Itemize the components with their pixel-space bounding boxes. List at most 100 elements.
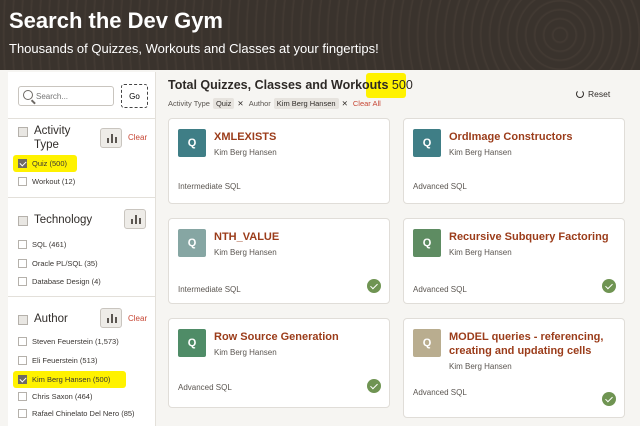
go-button[interactable]: Go [121, 84, 148, 108]
facet-option-plsql[interactable]: Oracle PL/SQL (35) [18, 259, 98, 268]
checkbox[interactable] [18, 375, 27, 384]
search-icon [23, 90, 33, 100]
checkbox[interactable] [18, 259, 27, 268]
card-author: Kim Berg Hansen [214, 248, 277, 257]
checkbox[interactable] [18, 409, 27, 418]
remove-filter-author-icon[interactable]: ✕ [342, 99, 348, 108]
active-filters: Activity Type Quiz ✕ Author Kim Berg Han… [168, 97, 381, 110]
reset-button[interactable]: Reset [576, 89, 610, 99]
page-title: Search the Dev Gym [9, 8, 223, 33]
filter-chip-author: Kim Berg Hansen [273, 98, 339, 109]
card-title[interactable]: Row Source Generation [214, 330, 384, 344]
checkbox[interactable] [18, 177, 27, 186]
card-author: Kim Berg Hansen [449, 362, 512, 371]
checkbox[interactable] [18, 240, 27, 249]
clear-all-link[interactable]: Clear All [353, 99, 381, 108]
card-author: Kim Berg Hansen [449, 148, 512, 157]
facet-option-label: Rafael Chinelato Del Nero (85) [32, 409, 135, 418]
quiz-thumbnail: Q [413, 129, 441, 157]
divider [8, 296, 155, 297]
facet-option-label: Database Design (4) [32, 277, 101, 286]
facet-option-label: Oracle PL/SQL (35) [32, 259, 98, 268]
facet-option-label: Kim Berg Hansen (500) [32, 375, 111, 384]
facet-option-quiz[interactable]: Quiz (500) [18, 159, 67, 168]
facet-option-label: Workout (12) [32, 177, 76, 186]
quiz-thumbnail: Q [178, 229, 206, 257]
facet-author-header: Author [18, 312, 68, 326]
facet-toggle-checkbox[interactable] [18, 315, 28, 325]
clear-author-link[interactable]: Clear [128, 314, 147, 323]
filter-type-label: Activity Type [168, 99, 210, 108]
card-title[interactable]: Recursive Subquery Factoring [449, 230, 619, 244]
card-author: Kim Berg Hansen [214, 348, 277, 357]
facet-option-label: Quiz (500) [32, 159, 68, 168]
bar-chart-icon [107, 134, 117, 143]
result-card[interactable]: Q Row Source Generation Kim Berg Hansen … [168, 318, 390, 408]
card-level: Advanced SQL [413, 182, 467, 191]
card-title[interactable]: XMLEXISTS [214, 130, 384, 144]
facet-toggle-checkbox[interactable] [18, 127, 28, 137]
completed-check-icon [602, 392, 616, 406]
checkbox[interactable] [18, 159, 27, 168]
search-box [18, 86, 114, 106]
facet-option-chris-saxon[interactable]: Chris Saxon (464) [18, 392, 92, 401]
facet-option-label: Eli Feuerstein (513) [32, 356, 98, 365]
card-title[interactable]: OrdImage Constructors [449, 130, 619, 144]
facet-option-sql[interactable]: SQL (461) [18, 240, 66, 249]
result-card[interactable]: Q NTH_VALUE Kim Berg Hansen Intermediate… [168, 218, 390, 304]
divider [8, 197, 155, 198]
card-author: Kim Berg Hansen [449, 248, 512, 257]
divider [8, 118, 155, 119]
card-level: Intermediate SQL [178, 285, 241, 294]
reset-label: Reset [588, 89, 611, 99]
remove-filter-quiz-icon[interactable]: ✕ [237, 99, 243, 108]
facet-option-label: Steven Feuerstein (1,573) [32, 337, 119, 346]
card-level: Intermediate SQL [178, 182, 241, 191]
filter-chip-quiz: Quiz [212, 98, 235, 109]
chart-button-author[interactable] [100, 308, 122, 328]
card-title[interactable]: MODEL queries - referencing, creating an… [449, 330, 619, 358]
facet-option-eli-feuerstein[interactable]: Eli Feuerstein (513) [18, 356, 97, 365]
reset-icon [576, 90, 584, 98]
card-title[interactable]: NTH_VALUE [214, 230, 384, 244]
card-level: Advanced SQL [413, 388, 467, 397]
facet-option-database-design[interactable]: Database Design (4) [18, 277, 101, 286]
facet-title-author: Author [34, 313, 68, 325]
facet-activity-type-header: Activity Type [18, 124, 94, 152]
results-heading: Total Quizzes, Classes and Workouts 500 [168, 78, 413, 92]
results-heading-label: Total Quizzes, Classes and Workouts [168, 78, 389, 92]
facet-toggle-checkbox[interactable] [18, 216, 28, 226]
chart-button-technology[interactable] [124, 209, 146, 229]
search-input[interactable] [36, 89, 112, 104]
facet-option-workout[interactable]: Workout (12) [18, 177, 75, 186]
bar-chart-icon [107, 314, 117, 323]
facet-option-label: Chris Saxon (464) [32, 392, 93, 401]
card-level: Advanced SQL [413, 285, 467, 294]
facet-option-rafael-chinelato-del-nero[interactable]: Rafael Chinelato Del Nero (85) [18, 409, 135, 418]
result-card[interactable]: Q Recursive Subquery Factoring Kim Berg … [403, 218, 625, 304]
hero-banner: Search the Dev Gym Thousands of Quizzes,… [0, 0, 640, 70]
card-level: Advanced SQL [178, 383, 232, 392]
facet-option-steven-feuerstein[interactable]: Steven Feuerstein (1,573) [18, 337, 119, 346]
page-subtitle: Thousands of Quizzes, Workouts and Class… [9, 41, 379, 56]
completed-check-icon [367, 379, 381, 393]
facet-title-activity-type: Activity Type [34, 125, 71, 151]
facet-technology-header: Technology [18, 213, 92, 227]
completed-check-icon [602, 279, 616, 293]
bar-chart-icon [131, 215, 141, 224]
facet-option-kim-berg-hansen[interactable]: Kim Berg Hansen (500) [18, 375, 110, 384]
quiz-thumbnail: Q [413, 229, 441, 257]
checkbox[interactable] [18, 392, 27, 401]
quiz-thumbnail: Q [178, 129, 206, 157]
result-card[interactable]: Q MODEL queries - referencing, creating … [403, 318, 625, 418]
result-card[interactable]: Q OrdImage Constructors Kim Berg Hansen … [403, 118, 625, 204]
facet-option-label: SQL (461) [32, 240, 67, 249]
checkbox[interactable] [18, 337, 27, 346]
completed-check-icon [367, 279, 381, 293]
checkbox[interactable] [18, 277, 27, 286]
result-card[interactable]: Q XMLEXISTS Kim Berg Hansen Intermediate… [168, 118, 390, 204]
quiz-thumbnail: Q [413, 329, 441, 357]
checkbox[interactable] [18, 356, 27, 365]
clear-activity-type-link[interactable]: Clear [128, 133, 147, 142]
chart-button-activity-type[interactable] [100, 128, 122, 148]
